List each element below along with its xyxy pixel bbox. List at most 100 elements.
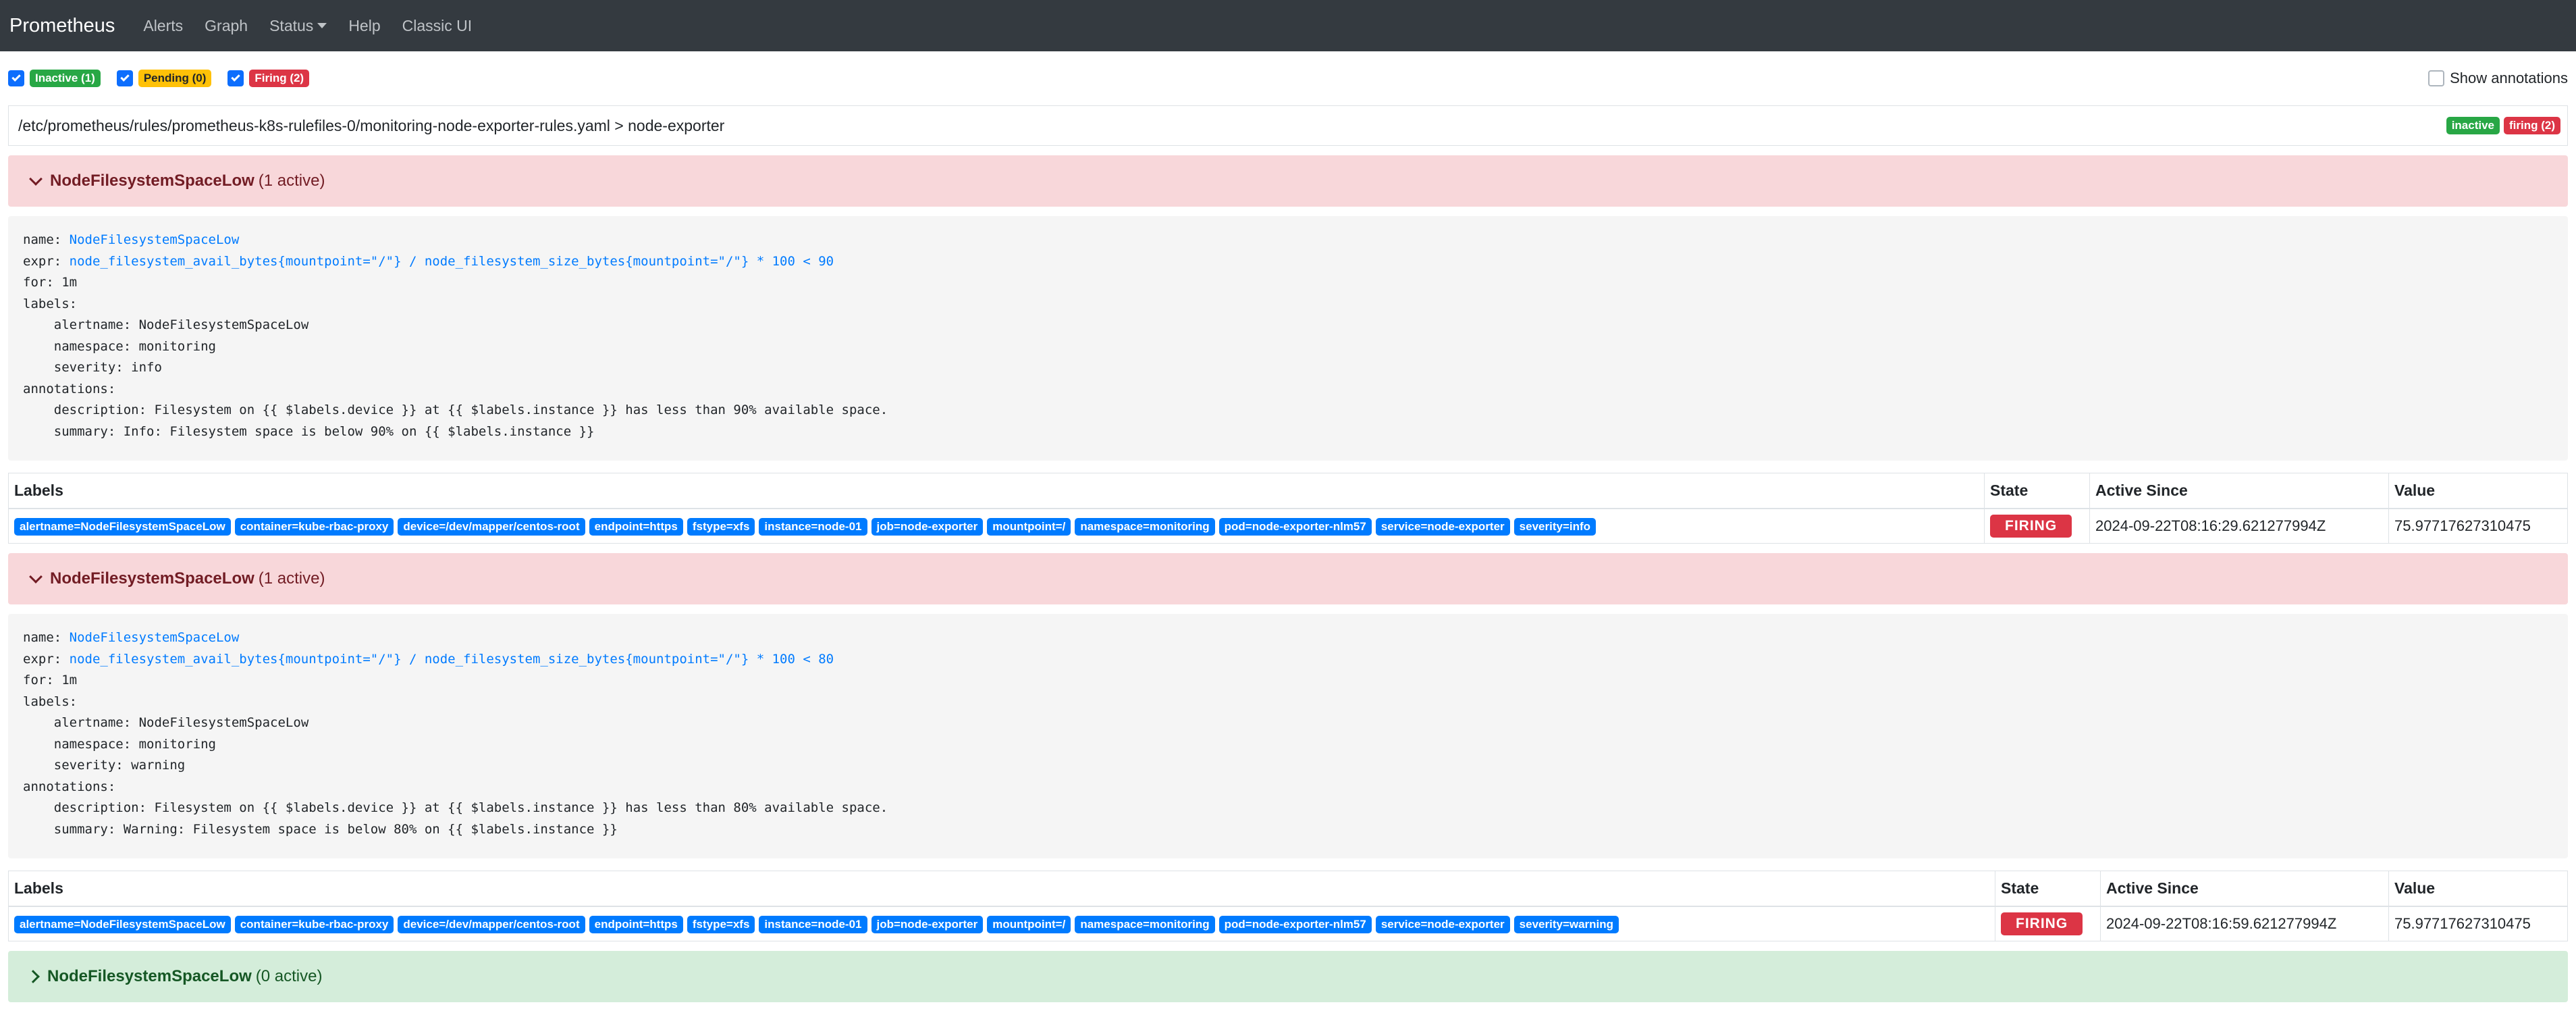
col-value: Value	[2388, 473, 2568, 509]
rule-active-count: (0 active)	[255, 967, 323, 985]
chevron-right-icon	[26, 970, 40, 983]
table-row: alertname=NodeFilesystemSpaceLow containe…	[8, 906, 2568, 941]
checkbox-firing[interactable]	[227, 70, 244, 86]
key-annotations: annotations:	[23, 381, 116, 396]
label-badge: instance=node-01	[759, 915, 867, 933]
label-badge: container=kube-rbac-proxy	[234, 915, 394, 933]
annotation-line: summary: Info: Filesystem space is below…	[53, 423, 595, 439]
rule-definition-1: name: NodeFilesystemSpaceLow expr: node_…	[8, 216, 2568, 461]
chevron-down-icon	[29, 172, 43, 186]
rule-active-count: (1 active)	[258, 569, 325, 588]
key-labels: labels:	[23, 296, 78, 311]
rule-toggle-2[interactable]: NodeFilesystemSpaceLow (1 active)	[8, 553, 2568, 604]
col-state: State	[1995, 871, 2101, 907]
label-badge: namespace=monitoring	[1075, 517, 1215, 536]
rule-toggle-1[interactable]: NodeFilesystemSpaceLow (1 active)	[8, 155, 2568, 207]
rule-for: 1m	[61, 275, 78, 290]
state-badge: FIRING	[2001, 912, 2083, 935]
brand-link[interactable]: Prometheus	[9, 15, 115, 37]
label-badge: namespace=monitoring	[1075, 915, 1215, 933]
label-badge: mountpoint=/	[987, 517, 1071, 536]
nav-alerts[interactable]: Alerts	[143, 17, 183, 35]
label-line: severity: warning	[53, 758, 186, 773]
group-state-badges: inactive firing (2)	[2446, 117, 2560, 134]
rule-name: NodeFilesystemSpaceLow	[50, 569, 254, 588]
alert-state: FIRING	[1995, 906, 2101, 941]
label-badge: job=node-exporter	[871, 915, 984, 933]
show-annotations-label: Show annotations	[2450, 70, 2568, 86]
rule-name-link[interactable]: NodeFilesystemSpaceLow	[70, 630, 240, 645]
top-navbar: Prometheus Alerts Graph Status Help Clas…	[0, 0, 2576, 51]
caret-down-icon	[317, 23, 327, 28]
alert-labels: alertname=NodeFilesystemSpaceLow containe…	[8, 508, 1985, 544]
key-for: for:	[23, 673, 62, 688]
annotation-line: description: Filesystem on {{ $labels.de…	[53, 800, 888, 815]
key-for: for:	[23, 275, 62, 290]
state-filters: Inactive (1) Pending (0) Firing (2) Show…	[8, 51, 2568, 105]
alert-value: 75.97717627310475	[2388, 906, 2568, 941]
rule-group-header: /etc/prometheus/rules/prometheus-k8s-rul…	[8, 105, 2568, 146]
firing-badge: Firing (2)	[249, 70, 310, 87]
alert-state: FIRING	[1984, 508, 2090, 544]
col-labels: Labels	[8, 473, 1985, 509]
col-active-since: Active Since	[2089, 473, 2389, 509]
label-line: namespace: monitoring	[53, 736, 216, 752]
check-icon	[231, 72, 241, 82]
checkbox-show-annotations[interactable]	[2428, 70, 2445, 86]
col-value: Value	[2388, 871, 2568, 907]
rule-toggle-3[interactable]: NodeFilesystemSpaceLow (0 active)	[8, 951, 2568, 1002]
alerts-table-1: Labels State Active Since Value alertnam…	[8, 473, 2568, 544]
table-row: alertname=NodeFilesystemSpaceLow containe…	[8, 508, 2568, 544]
key-annotations: annotations:	[23, 779, 116, 794]
label-badge: mountpoint=/	[987, 915, 1071, 933]
key-expr: expr:	[23, 651, 70, 667]
label-line: severity: info	[53, 360, 162, 375]
label-badge: service=node-exporter	[1375, 915, 1510, 933]
col-active-since: Active Since	[2100, 871, 2389, 907]
alerts-table-2: Labels State Active Since Value alertnam…	[8, 871, 2568, 941]
show-annotations-toggle[interactable]: Show annotations	[2428, 70, 2568, 87]
nav-help[interactable]: Help	[348, 17, 380, 35]
label-badge: instance=node-01	[759, 517, 867, 536]
label-badge: pod=node-exporter-nlm57	[1218, 517, 1372, 536]
rule-for: 1m	[61, 673, 78, 688]
key-expr: expr:	[23, 253, 70, 269]
label-badge: device=/dev/mapper/centos-root	[398, 517, 585, 536]
checkbox-pending[interactable]	[116, 70, 133, 86]
label-badge: service=node-exporter	[1375, 517, 1510, 536]
filter-firing[interactable]: Firing (2)	[227, 70, 310, 87]
label-line: alertname: NodeFilesystemSpaceLow	[53, 715, 309, 730]
rule-expr-link[interactable]: node_filesystem_avail_bytes{mountpoint="…	[70, 254, 834, 269]
label-line: alertname: NodeFilesystemSpaceLow	[53, 317, 309, 332]
nav-graph[interactable]: Graph	[205, 17, 248, 35]
rule-name: NodeFilesystemSpaceLow	[47, 967, 252, 985]
rule-name-link[interactable]: NodeFilesystemSpaceLow	[70, 232, 240, 247]
rule-definition-2: name: NodeFilesystemSpaceLow expr: node_…	[8, 614, 2568, 858]
inactive-badge: Inactive (1)	[30, 70, 101, 87]
nav-status-dropdown[interactable]: Status	[269, 17, 327, 35]
label-badge: alertname=NodeFilesystemSpaceLow	[14, 517, 231, 536]
checkbox-inactive[interactable]	[8, 70, 24, 86]
alert-active-since: 2024-09-22T08:16:59.621277994Z	[2100, 906, 2389, 941]
filter-pending[interactable]: Pending (0)	[116, 70, 212, 87]
label-badge: container=kube-rbac-proxy	[234, 517, 394, 536]
label-badge: alertname=NodeFilesystemSpaceLow	[14, 915, 231, 933]
pending-badge: Pending (0)	[138, 70, 212, 87]
nav-status-label: Status	[269, 16, 314, 34]
col-state: State	[1984, 473, 2090, 509]
alert-value: 75.97717627310475	[2388, 508, 2568, 544]
col-labels: Labels	[8, 871, 1995, 907]
nav-classic-ui[interactable]: Classic UI	[402, 17, 473, 35]
label-badge: job=node-exporter	[871, 517, 984, 536]
rule-group-path: /etc/prometheus/rules/prometheus-k8s-rul…	[18, 116, 725, 134]
rule-expr-link[interactable]: node_filesystem_avail_bytes{mountpoint="…	[70, 652, 834, 667]
label-badge: device=/dev/mapper/centos-root	[398, 915, 585, 933]
state-badge: FIRING	[1990, 514, 2072, 538]
chevron-down-icon	[29, 570, 43, 584]
filter-inactive[interactable]: Inactive (1)	[8, 70, 101, 87]
label-badge: endpoint=https	[589, 517, 683, 536]
label-badge: fstype=xfs	[687, 915, 755, 933]
key-labels: labels:	[23, 694, 78, 709]
label-badge: severity=warning	[1513, 915, 1619, 933]
main-content: Inactive (1) Pending (0) Firing (2) Show…	[0, 51, 2576, 1002]
